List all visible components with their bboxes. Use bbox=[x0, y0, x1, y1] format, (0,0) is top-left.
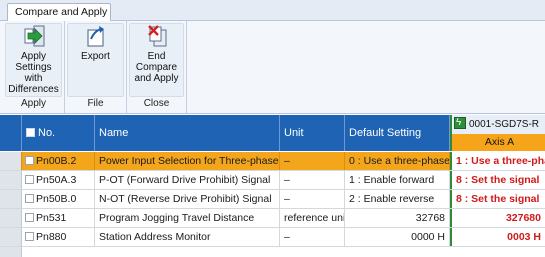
servo-device-icon bbox=[454, 117, 466, 131]
export-button[interactable]: Export bbox=[65, 24, 126, 62]
table-row[interactable]: Pn531 Program Jogging Travel Distance re… bbox=[0, 209, 545, 228]
row-default: 32768 bbox=[345, 209, 450, 227]
row-gutter bbox=[0, 171, 22, 189]
row-name: Program Jogging Travel Distance bbox=[95, 209, 280, 227]
ribbon: Apply Settings with Differences Apply Ex… bbox=[0, 21, 545, 114]
row-no: Pn880 bbox=[22, 228, 95, 246]
row-unit: – bbox=[280, 152, 345, 170]
row-gutter bbox=[0, 152, 22, 170]
end-label-line-2: Compare bbox=[135, 62, 178, 73]
row-axis-value[interactable]: 8 : Set the signal bbox=[450, 171, 545, 189]
row-default: 1 : Enable forward bbox=[345, 171, 450, 189]
device-column-header: 0001-SGD7S-R Axis A bbox=[450, 115, 545, 151]
row-gutter bbox=[0, 228, 22, 246]
ribbon-group-file: Export File bbox=[65, 21, 127, 113]
grid-header: No. Name Unit Default Setting 0001-SGD7S… bbox=[0, 115, 545, 151]
table-row[interactable]: Pn880 Station Address Monitor – 0000 H 0… bbox=[0, 228, 545, 247]
row-name: N-OT (Reverse Drive Prohibit) Signal bbox=[95, 190, 280, 208]
axis-name: Axis A bbox=[452, 134, 545, 151]
row-checkbox[interactable] bbox=[25, 213, 34, 222]
header-no[interactable]: No. bbox=[22, 115, 95, 151]
table-row[interactable]: Pn50B.0 N-OT (Reverse Drive Prohibit) Si… bbox=[0, 190, 545, 209]
device-label: 0001-SGD7S-R bbox=[452, 117, 545, 133]
apply-label-line-3: with bbox=[24, 73, 43, 84]
row-name: Power Input Selection for Three-phase bbox=[95, 152, 280, 170]
end-label-line-3: and Apply bbox=[134, 73, 179, 84]
row-axis-value[interactable]: 1 : Use a three-phase bbox=[450, 152, 545, 170]
ribbon-group-label-apply: Apply bbox=[20, 98, 46, 109]
parameter-comparison-grid: No. Name Unit Default Setting 0001-SGD7S… bbox=[0, 115, 545, 257]
end-compare-and-apply-button[interactable]: End Compare and Apply bbox=[127, 24, 186, 84]
row-default: 0 : Use a three-phase bbox=[345, 152, 450, 170]
header-no-label: No. bbox=[38, 127, 56, 139]
ribbon-group-label-close: Close bbox=[143, 98, 170, 109]
table-row-partial[interactable] bbox=[0, 247, 545, 257]
row-name: P-OT (Forward Drive Prohibit) Signal bbox=[95, 171, 280, 189]
ribbon-group-close: End Compare and Apply Close bbox=[127, 21, 187, 113]
row-checkbox[interactable] bbox=[25, 232, 34, 241]
row-no: Pn00B.2 bbox=[22, 152, 95, 170]
apply-label-line-1: Apply bbox=[20, 51, 46, 62]
row-checkbox[interactable] bbox=[25, 175, 34, 184]
select-all-checkbox[interactable] bbox=[26, 128, 35, 137]
row-axis-value[interactable]: 8 : Set the signal bbox=[450, 190, 545, 208]
row-checkbox[interactable] bbox=[25, 194, 34, 203]
table-row[interactable]: Pn00B.2 Power Input Selection for Three-… bbox=[0, 152, 545, 171]
export-label: Export bbox=[81, 51, 110, 62]
row-no: Pn531 bbox=[22, 209, 95, 227]
row-unit: – bbox=[280, 228, 345, 246]
end-label-line-1: End bbox=[147, 51, 166, 62]
row-default: 0000 H bbox=[345, 228, 450, 246]
row-checkbox[interactable] bbox=[25, 156, 34, 165]
apply-label-line-2: Settings bbox=[15, 62, 52, 73]
row-unit: – bbox=[280, 190, 345, 208]
apply-label-line-4: Differences bbox=[8, 84, 59, 95]
row-gutter bbox=[0, 209, 22, 227]
row-axis-value[interactable]: 0003 H bbox=[450, 228, 545, 246]
row-unit: reference unit bbox=[280, 209, 345, 227]
row-axis-value[interactable]: 327680 bbox=[450, 209, 545, 227]
ribbon-group-apply: Apply Settings with Differences Apply bbox=[3, 21, 65, 113]
device-name: 0001-SGD7S-R bbox=[469, 119, 540, 130]
apply-settings-with-differences-button[interactable]: Apply Settings with Differences bbox=[3, 24, 64, 95]
header-gutter bbox=[0, 115, 22, 151]
row-gutter bbox=[0, 190, 22, 208]
row-no: Pn50B.0 bbox=[22, 190, 95, 208]
row-unit: – bbox=[280, 171, 345, 189]
apply-arrow-icon bbox=[24, 25, 44, 47]
ribbon-group-label-file: File bbox=[87, 98, 104, 109]
header-name[interactable]: Name bbox=[95, 115, 280, 151]
table-row[interactable]: Pn50A.3 P-OT (Forward Drive Prohibit) Si… bbox=[0, 171, 545, 190]
close-compare-icon bbox=[147, 25, 166, 47]
row-no: Pn50A.3 bbox=[22, 171, 95, 189]
row-default: 2 : Enable reverse bbox=[345, 190, 450, 208]
tab-strip: Compare and Apply bbox=[0, 0, 545, 22]
tab-compare-and-apply[interactable]: Compare and Apply bbox=[7, 3, 111, 22]
row-name: Station Address Monitor bbox=[95, 228, 280, 246]
row-gutter bbox=[0, 247, 22, 257]
header-unit[interactable]: Unit bbox=[280, 115, 345, 151]
header-default-setting[interactable]: Default Setting bbox=[345, 115, 450, 151]
export-icon bbox=[87, 26, 104, 47]
